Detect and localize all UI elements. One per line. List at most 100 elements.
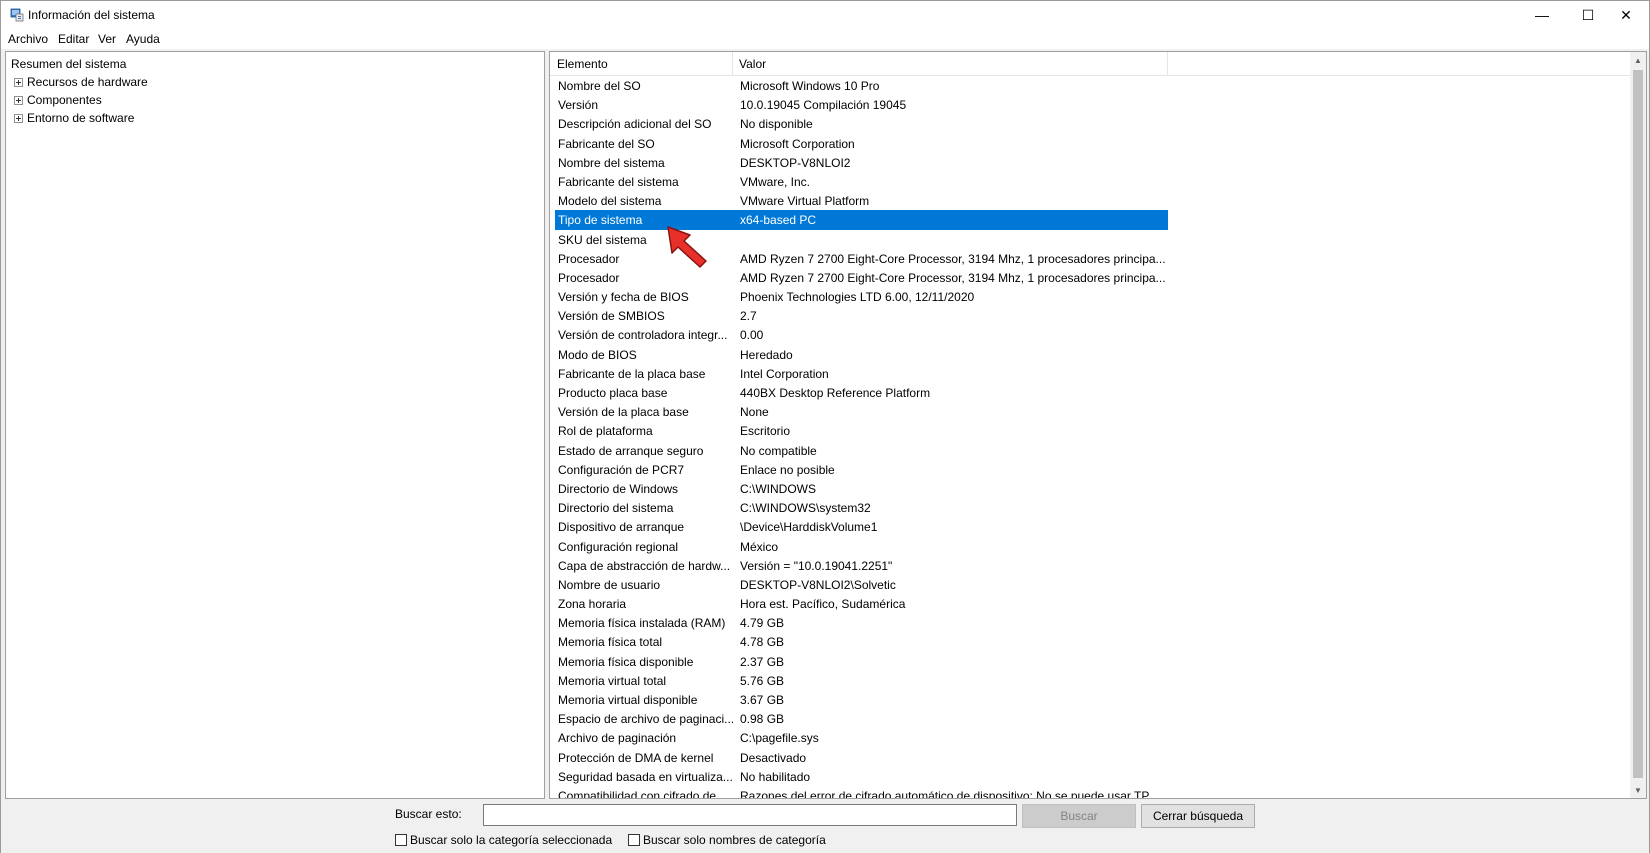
- search-category-names-option[interactable]: Buscar solo nombres de categoría: [628, 833, 826, 847]
- table-row[interactable]: Configuración de PCR7 Enlace no posible: [555, 460, 1168, 479]
- column-divider[interactable]: [1167, 52, 1168, 76]
- table-row[interactable]: Espacio de archivo de paginaci... 0.98 GB: [555, 709, 1168, 728]
- row-value-cell: AMD Ryzen 7 2700 Eight-Core Processor, 3…: [740, 270, 1165, 285]
- search-selected-category-option[interactable]: Buscar solo la categoría seleccionada: [395, 833, 612, 847]
- table-row[interactable]: Estado de arranque seguro No compatible: [555, 441, 1168, 460]
- table-row[interactable]: Zona horaria Hora est. Pacífico, Sudaméri…: [555, 594, 1168, 613]
- row-item-cell: Dispositivo de arranque: [558, 520, 685, 535]
- row-value-cell: Desactivado: [740, 750, 807, 765]
- table-row[interactable]: Versión 10.0.19045 Compilación 19045: [555, 95, 1168, 114]
- row-item-cell: Protección de DMA de kernel: [558, 750, 714, 765]
- table-row[interactable]: Seguridad basada en virtualiza... No habi…: [555, 767, 1168, 786]
- tree-item-label: Recursos de hardware: [27, 75, 148, 89]
- checkbox[interactable]: [395, 834, 407, 846]
- table-row[interactable]: Versión de la placa base None: [555, 402, 1168, 421]
- table-row[interactable]: Producto placa base 440BX Desktop Referen…: [555, 383, 1168, 402]
- row-item-cell: Procesador: [558, 270, 620, 285]
- table-row[interactable]: Procesador AMD Ryzen 7 2700 Eight-Core Pr…: [555, 268, 1168, 287]
- annotation-arrow-icon: [667, 226, 707, 268]
- table-row[interactable]: Memoria virtual total 5.76 GB: [555, 671, 1168, 690]
- table-row[interactable]: Procesador AMD Ryzen 7 2700 Eight-Core Pr…: [555, 249, 1168, 268]
- category-tree[interactable]: Resumen del sistema Recursos de hardware…: [5, 51, 545, 799]
- column-divider[interactable]: [732, 52, 733, 76]
- table-row[interactable]: Modo de BIOS Heredado: [555, 345, 1168, 364]
- table-row[interactable]: Nombre del SO Microsoft Windows 10 Pro: [555, 76, 1168, 95]
- search-bar: Buscar esto: Buscar Cerrar búsqueda Busc…: [1, 801, 1649, 853]
- table-row[interactable]: Modelo del sistema VMware Virtual Platfor…: [555, 191, 1168, 210]
- expand-icon[interactable]: [14, 113, 23, 123]
- table-row[interactable]: Protección de DMA de kernel Desactivado: [555, 748, 1168, 767]
- table-row[interactable]: Capa de abstracción de hardw... Versión =…: [555, 556, 1168, 575]
- menu-archivo[interactable]: Archivo: [8, 32, 48, 46]
- table-row[interactable]: Rol de plataforma Escritorio: [555, 421, 1168, 440]
- details-list[interactable]: Elemento Valor Nombre del SO Microsoft Wi…: [549, 51, 1647, 799]
- row-value-cell: AMD Ryzen 7 2700 Eight-Core Processor, 3…: [740, 251, 1165, 266]
- row-item-cell: Fabricante de la placa base: [558, 366, 706, 381]
- table-row[interactable]: Compatibilidad con cifrado de... Razones …: [555, 786, 1168, 798]
- system-info-app-icon: [10, 8, 24, 22]
- table-row[interactable]: Versión de controladora integr... 0.00: [555, 325, 1168, 344]
- tree-item-components[interactable]: Componentes: [14, 93, 102, 107]
- row-item-cell: Capa de abstracción de hardw...: [558, 558, 731, 573]
- close-button[interactable]: ✕: [1603, 1, 1649, 29]
- row-item-cell: Directorio del sistema: [558, 501, 674, 516]
- table-row[interactable]: Memoria virtual disponible 3.67 GB: [555, 690, 1168, 709]
- row-value-cell: Intel Corporation: [740, 366, 829, 381]
- row-value-cell: 10.0.19045 Compilación 19045: [740, 98, 907, 113]
- table-row[interactable]: Configuración regional México: [555, 537, 1168, 556]
- row-value-cell: No disponible: [740, 117, 813, 132]
- table-row[interactable]: Fabricante de la placa base Intel Corpora…: [555, 364, 1168, 383]
- scroll-up-icon[interactable]: ▲: [1630, 52, 1646, 68]
- table-row[interactable]: Descripción adicional del SO No disponibl…: [555, 114, 1168, 133]
- table-row[interactable]: Directorio del sistema C:\WINDOWS\system3…: [555, 498, 1168, 517]
- table-row[interactable]: Fabricante del sistema VMware, Inc.: [555, 172, 1168, 191]
- row-value-cell: \Device\HarddiskVolume1: [740, 520, 878, 535]
- table-row[interactable]: Fabricante del SO Microsoft Corporation: [555, 134, 1168, 153]
- expand-icon[interactable]: [14, 95, 23, 105]
- tree-item-hardware-resources[interactable]: Recursos de hardware: [14, 75, 148, 89]
- table-row[interactable]: Memoria física instalada (RAM) 4.79 GB: [555, 613, 1168, 632]
- table-row[interactable]: Versión y fecha de BIOS Phoenix Technolog…: [555, 287, 1168, 306]
- expand-icon[interactable]: [14, 77, 23, 87]
- table-row[interactable]: Archivo de paginación C:\pagefile.sys: [555, 728, 1168, 747]
- menu-ayuda[interactable]: Ayuda: [126, 32, 160, 46]
- row-item-cell: Espacio de archivo de paginaci...: [558, 712, 734, 727]
- vertical-scrollbar[interactable]: ▲ ▼: [1630, 52, 1646, 798]
- table-row[interactable]: SKU del sistema: [555, 230, 1168, 249]
- menu-editar[interactable]: Editar: [58, 32, 89, 46]
- search-button[interactable]: Buscar: [1022, 804, 1136, 828]
- table-row[interactable]: Nombre de usuario DESKTOP-V8NLOI2\Solveti…: [555, 575, 1168, 594]
- row-value-cell: 440BX Desktop Reference Platform: [740, 386, 931, 400]
- row-value-cell: DESKTOP-V8NLOI2: [740, 155, 851, 170]
- checkbox[interactable]: [628, 834, 640, 846]
- row-item-cell: Estado de arranque seguro: [558, 443, 704, 458]
- row-item-cell: Modo de BIOS: [558, 347, 637, 362]
- table-row[interactable]: Nombre del sistema DESKTOP-V8NLOI2: [555, 153, 1168, 172]
- search-input[interactable]: [483, 804, 1017, 826]
- column-header-value[interactable]: Valor: [739, 57, 766, 71]
- close-search-button[interactable]: Cerrar búsqueda: [1141, 804, 1255, 828]
- row-value-cell: 2.37 GB: [740, 654, 785, 669]
- table-row[interactable]: Memoria física disponible 2.37 GB: [555, 652, 1168, 671]
- table-row[interactable]: Directorio de Windows C:\WINDOWS: [555, 479, 1168, 498]
- tree-item-system-summary[interactable]: Resumen del sistema: [11, 57, 126, 71]
- title-bar: Información del sistema — ☐ ✕: [1, 1, 1649, 29]
- tree-item-software-environment[interactable]: Entorno de software: [14, 111, 134, 125]
- menu-ver[interactable]: Ver: [98, 32, 116, 46]
- scrollbar-thumb[interactable]: [1633, 70, 1643, 778]
- list-rows: Nombre del SO Microsoft Windows 10 Pro Ver…: [555, 76, 1631, 798]
- table-row[interactable]: Versión de SMBIOS 2.7: [555, 306, 1168, 325]
- window-title: Información del sistema: [28, 8, 155, 22]
- table-row[interactable]: Tipo de sistema x64-based PC: [555, 210, 1168, 230]
- row-item-cell: Fabricante del sistema: [558, 174, 679, 189]
- table-row[interactable]: Memoria física total 4.78 GB: [555, 632, 1168, 651]
- search-label: Buscar esto:: [395, 807, 462, 821]
- minimize-button[interactable]: —: [1519, 1, 1565, 29]
- row-item-cell: Configuración regional: [558, 539, 679, 554]
- row-item-cell: Zona horaria: [558, 597, 627, 612]
- scroll-down-icon[interactable]: ▼: [1630, 782, 1646, 798]
- table-row[interactable]: Dispositivo de arranque \Device\HarddiskV…: [555, 517, 1168, 536]
- column-header-item[interactable]: Elemento: [557, 57, 608, 71]
- checkbox-label: Buscar solo la categoría seleccionada: [410, 833, 613, 847]
- row-item-cell: Memoria física disponible: [558, 654, 694, 669]
